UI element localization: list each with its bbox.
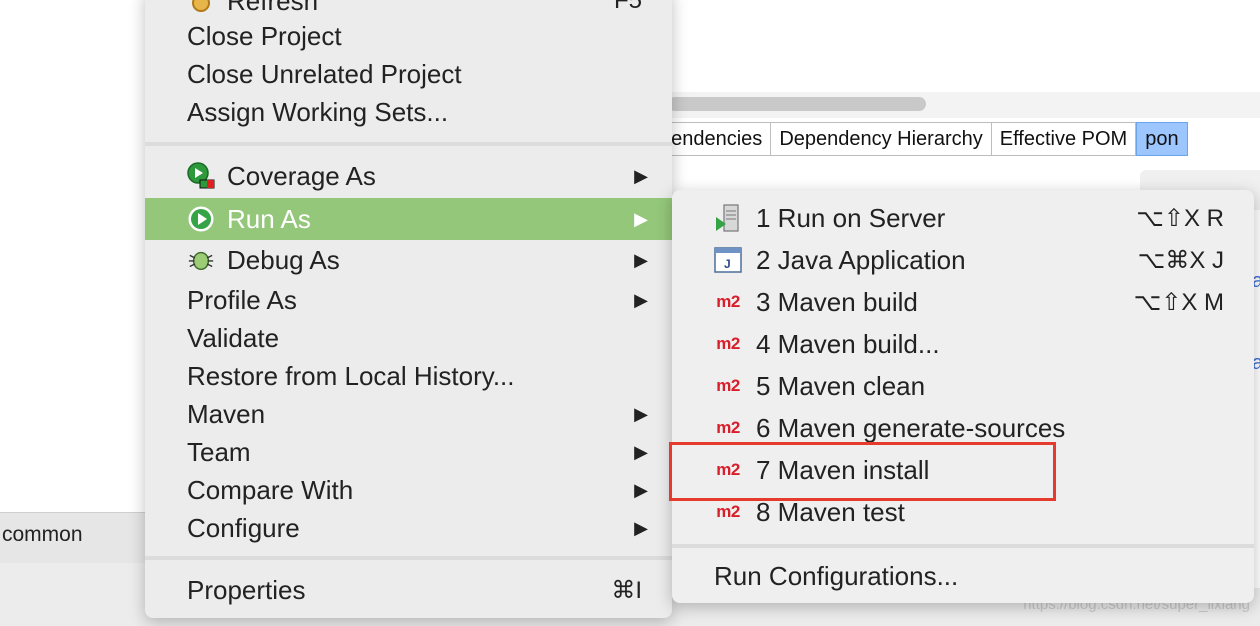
submenu-arrow-icon: ▶ [634,289,648,310]
maven-m2-icon: m2 [716,502,740,521]
menu-item-restore-local-history[interactable]: Restore from Local History... [145,357,672,395]
menu-separator [672,544,1254,548]
submenu-arrow-icon: ▶ [634,208,648,229]
menu-item-coverage-as[interactable]: Coverage As ▶ [145,157,672,195]
server-icon [714,204,742,232]
scrollbar-thumb[interactable] [668,97,926,111]
menu-item-validate[interactable]: Validate [145,319,672,357]
maven-m2-icon: m2 [716,376,740,395]
menu-item-assign-working-sets[interactable]: Assign Working Sets... [145,93,672,131]
menu-item-team[interactable]: Team ▶ [145,433,672,471]
submenu-item-java-application[interactable]: J 2 Java Application ⌥⌘X J [672,241,1254,279]
maven-m2-icon: m2 [716,292,740,311]
tab-effective-pom[interactable]: Effective POM [991,122,1137,156]
maven-m2-icon: m2 [716,418,740,437]
coverage-icon [187,162,215,190]
run-as-submenu: 1 Run on Server ⌥⇧X R J 2 Java Applicati… [672,190,1254,603]
menu-item-compare-with[interactable]: Compare With ▶ [145,471,672,509]
submenu-arrow-icon: ▶ [634,165,648,186]
menu-item-configure[interactable]: Configure ▶ [145,509,672,547]
submenu-item-run-configurations[interactable]: Run Configurations... [672,557,1254,595]
tab-dependency-hierarchy[interactable]: Dependency Hierarchy [771,122,992,156]
status-bar: common [0,512,150,563]
maven-m2-icon: m2 [716,334,740,353]
svg-text:J: J [724,257,731,271]
pom-editor-tabs: pendencies Dependency Hierarchy Effectiv… [660,122,1188,156]
project-context-menu: Refresh F5 Close Project Close Unrelated… [145,0,672,618]
project-explorer-panel [0,0,150,512]
tab-pom-xml[interactable]: pon [1136,122,1188,156]
submenu-item-maven-clean[interactable]: m2 5 Maven clean [672,367,1254,405]
project-name-label: common [2,523,83,546]
submenu-arrow-icon: ▶ [634,517,648,538]
menu-item-run-as[interactable]: Run As ▶ [145,198,672,240]
submenu-item-maven-build[interactable]: m2 3 Maven build ⌥⇧X M [672,283,1254,321]
java-app-icon: J [714,246,742,274]
menu-item-maven[interactable]: Maven ▶ [145,395,672,433]
tab-dependencies[interactable]: pendencies [660,122,772,156]
submenu-arrow-icon: ▶ [634,249,648,270]
menu-item-properties[interactable]: Properties ⌘I [145,571,672,609]
submenu-arrow-icon: ▶ [634,479,648,500]
menu-separator [145,556,672,560]
submenu-item-maven-build-dialog[interactable]: m2 4 Maven build... [672,325,1254,363]
refresh-icon [187,0,215,15]
editor-top-area [660,0,1260,93]
submenu-arrow-icon: ▶ [634,403,648,424]
menu-item-close-unrelated-project[interactable]: Close Unrelated Project [145,55,672,93]
highlight-box-maven-install [669,442,1056,501]
menu-separator [145,142,672,146]
run-icon [187,205,215,233]
menu-item-debug-as[interactable]: Debug As ▶ [145,241,672,279]
menu-item-close-project[interactable]: Close Project [145,17,672,55]
submenu-arrow-icon: ▶ [634,441,648,462]
menu-item-profile-as[interactable]: Profile As ▶ [145,281,672,319]
submenu-item-run-on-server[interactable]: 1 Run on Server ⌥⇧X R [672,199,1254,237]
debug-bug-icon [187,246,215,274]
